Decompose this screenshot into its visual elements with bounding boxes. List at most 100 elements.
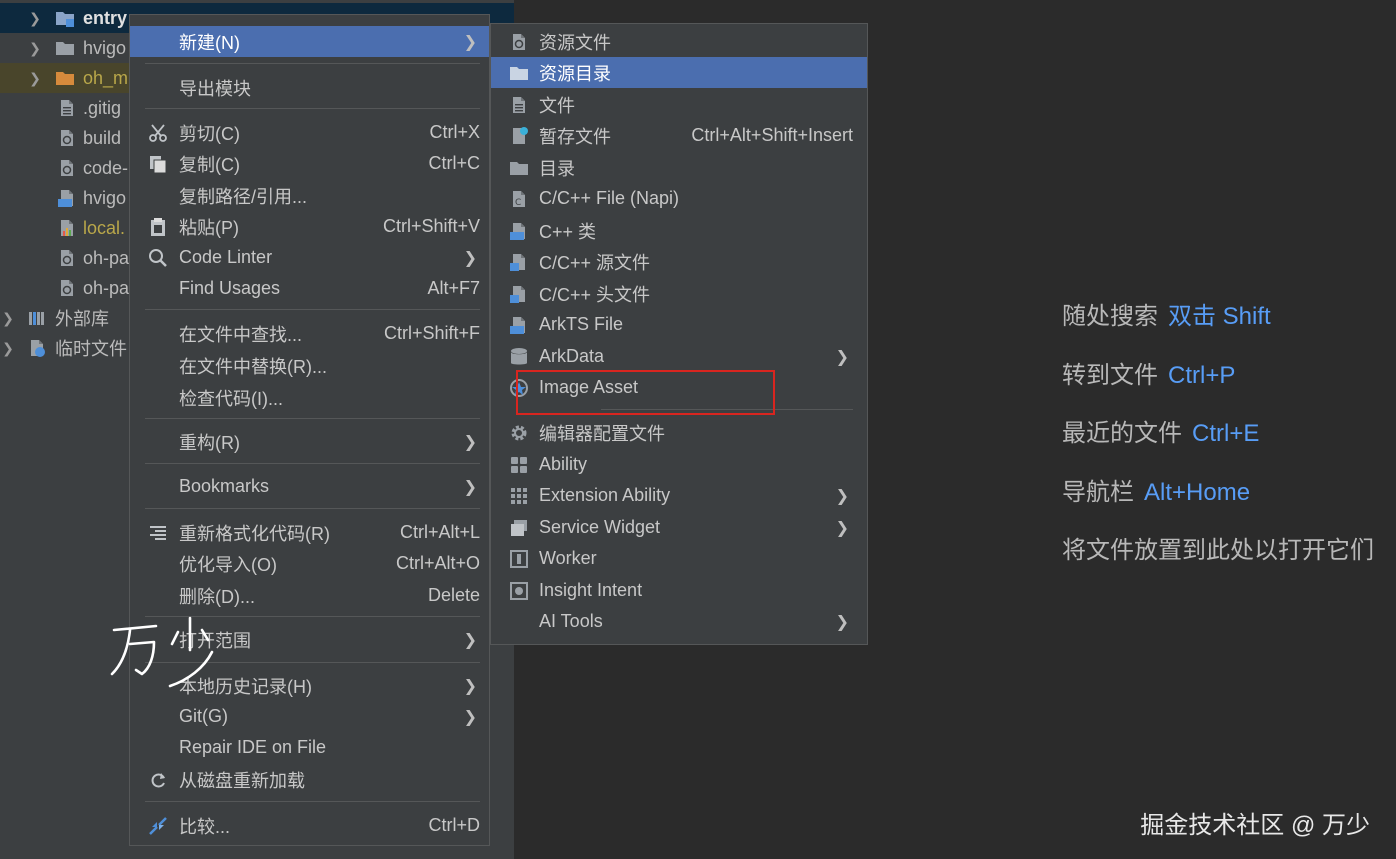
submenu-arrow-icon: ❯ — [463, 677, 477, 695]
menu-item[interactable]: ArkData ❯ — [491, 341, 867, 372]
chevron-right-icon[interactable]: ❯ — [27, 70, 43, 87]
welcome-tip: 转到文件 Ctrl+P — [1062, 355, 1235, 390]
menu-item[interactable]: 复制(C) Ctrl+C — [130, 148, 489, 179]
menu-item[interactable]: Find Usages Alt+F7 — [130, 273, 489, 304]
menu-item-label: 编辑器配置文件 — [539, 423, 665, 444]
tree-item-label: local. — [83, 217, 126, 238]
menu-item[interactable]: 在文件中替换(R)... — [130, 350, 489, 381]
chevron-right-icon[interactable]: ❯ — [27, 10, 43, 27]
svg-text:C: C — [515, 198, 521, 208]
menu-item[interactable]: 编辑器配置文件 — [491, 417, 867, 448]
menu-item[interactable]: 文件 — [491, 89, 867, 120]
menu-item-label: Service Widget — [539, 517, 661, 537]
c-source-icon — [509, 252, 529, 272]
submenu-arrow-icon: ❯ — [835, 613, 849, 631]
menu-item[interactable]: 优化导入(O) Ctrl+Alt+O — [130, 548, 489, 579]
submenu-arrow-icon: ❯ — [463, 478, 477, 496]
menu-item-label: C/C++ 源文件 — [539, 252, 651, 273]
menu-item[interactable]: 删除(D)... Delete — [130, 580, 489, 611]
menu-item-label: 目录 — [539, 158, 575, 179]
submenu-arrow-icon: ❯ — [463, 631, 477, 649]
menu-item-shortcut: Ctrl+Alt+L — [399, 522, 480, 542]
menu-item[interactable]: 在文件中查找... Ctrl+Shift+F — [130, 318, 489, 349]
tip-label: 转到文件 — [1062, 362, 1158, 389]
menu-item[interactable]: 比较... Ctrl+D — [130, 810, 489, 841]
config-file-icon — [57, 158, 77, 178]
menu-item[interactable]: Repair IDE on File — [130, 732, 489, 763]
menu-item[interactable]: 资源目录 — [491, 57, 867, 88]
module-folder-icon — [55, 8, 75, 28]
config-file-icon — [57, 248, 77, 268]
menu-item[interactable]: C C/C++ File (Napi) — [491, 183, 867, 214]
menu-item-label: 在文件中查找... — [179, 324, 303, 345]
menu-item[interactable]: Bookmarks ❯ — [130, 471, 489, 502]
menu-item[interactable]: 复制路径/引用... — [130, 180, 489, 211]
menu-item[interactable]: 重构(R) ❯ — [130, 426, 489, 457]
tree-item-label: oh_m — [83, 67, 129, 88]
submenu-arrow-icon: ❯ — [835, 487, 849, 505]
submenu-arrow-icon: ❯ — [463, 33, 477, 51]
resource-file-icon — [509, 32, 529, 52]
config-file-icon — [57, 278, 77, 298]
menu-item[interactable]: Service Widget ❯ — [491, 512, 867, 543]
menu-item[interactable]: ArkTS File — [491, 309, 867, 340]
watermark: 掘金技术社区 @ 万少 — [1140, 812, 1370, 839]
welcome-tip: 最近的文件 Ctrl+E — [1062, 413, 1259, 448]
service-widget-icon — [509, 518, 529, 538]
menu-item-label: 从磁盘重新加载 — [179, 770, 305, 791]
tree-item-label: code- — [83, 157, 129, 178]
menu-item[interactable]: Code Linter ❯ — [130, 242, 489, 273]
chevron-right-icon[interactable]: ❯ — [27, 40, 43, 57]
menu-item-label: 复制(C) — [179, 154, 240, 175]
menu-item-shortcut: Alt+F7 — [427, 278, 480, 298]
menu-item[interactable]: 目录 — [491, 152, 867, 183]
menu-item[interactable]: 暂存文件 Ctrl+Alt+Shift+Insert — [491, 120, 867, 151]
menu-item[interactable]: 检查代码(I)... — [130, 382, 489, 413]
submenu-arrow-icon: ❯ — [835, 519, 849, 537]
folder-icon — [509, 63, 529, 83]
file-icon — [57, 98, 77, 118]
tree-item-label: 临时文件 — [55, 339, 127, 359]
menu-item[interactable]: C/C++ 头文件 — [491, 278, 867, 309]
menu-item[interactable]: 导出模块 — [130, 72, 489, 103]
file-icon — [509, 95, 529, 115]
chevron-right-icon[interactable]: ❯ — [0, 310, 16, 327]
menu-separator — [145, 801, 480, 802]
menu-item[interactable]: 剪切(C) Ctrl+X — [130, 117, 489, 148]
menu-item-shortcut: Ctrl+Alt+Shift+Insert — [691, 125, 853, 145]
menu-item[interactable]: AI Tools ❯ — [491, 606, 867, 637]
menu-item[interactable]: 粘贴(P) Ctrl+Shift+V — [130, 211, 489, 242]
menu-item[interactable]: Insight Intent — [491, 575, 867, 606]
submenu-arrow-icon: ❯ — [463, 433, 477, 451]
menu-item-label: 在文件中替换(R)... — [179, 356, 327, 377]
menu-item-label: ArkTS File — [539, 314, 624, 334]
menu-item-shortcut: Delete — [427, 585, 480, 605]
insight-intent-icon — [509, 581, 529, 601]
welcome-tip: 将文件放置到此处以打开它们 — [1062, 530, 1374, 565]
menu-item[interactable]: 新建(N) ❯ — [130, 26, 489, 57]
menu-item-label: 暂存文件 — [539, 126, 611, 147]
new-submenu: 资源文件 资源目录 文件 暂存文件 Ctrl+Alt+Shift+Insert 目录 C C/… — [490, 23, 868, 645]
menu-separator — [145, 63, 480, 64]
menu-item-label: Ability — [539, 454, 588, 474]
menu-item[interactable]: Worker — [491, 543, 867, 574]
menu-item[interactable]: 重新格式化代码(R) Ctrl+Alt+L — [130, 517, 489, 548]
menu-item-label: 资源文件 — [539, 32, 611, 53]
menu-item-shortcut: Ctrl+X — [429, 122, 480, 142]
database-icon — [509, 347, 529, 367]
menu-item[interactable]: Ability — [491, 449, 867, 480]
menu-item[interactable]: Extension Ability ❯ — [491, 480, 867, 511]
menu-item[interactable]: C/C++ 源文件 — [491, 246, 867, 277]
menu-item-shortcut: Ctrl+C — [428, 153, 480, 173]
properties-file-icon — [57, 218, 77, 238]
menu-item-label: 新建(N) — [179, 32, 240, 53]
menu-item[interactable]: 从磁盘重新加载 — [130, 764, 489, 795]
menu-item[interactable]: Git(G) ❯ — [130, 701, 489, 732]
compare-icon — [148, 816, 168, 836]
tip-shortcut: Alt+Home — [1144, 479, 1251, 506]
menu-separator — [145, 418, 480, 419]
menu-item-shortcut: Ctrl+Alt+O — [395, 553, 480, 573]
chevron-right-icon[interactable]: ❯ — [0, 340, 16, 357]
menu-item[interactable]: C++ 类 — [491, 215, 867, 246]
menu-item[interactable]: 资源文件 — [491, 26, 867, 57]
